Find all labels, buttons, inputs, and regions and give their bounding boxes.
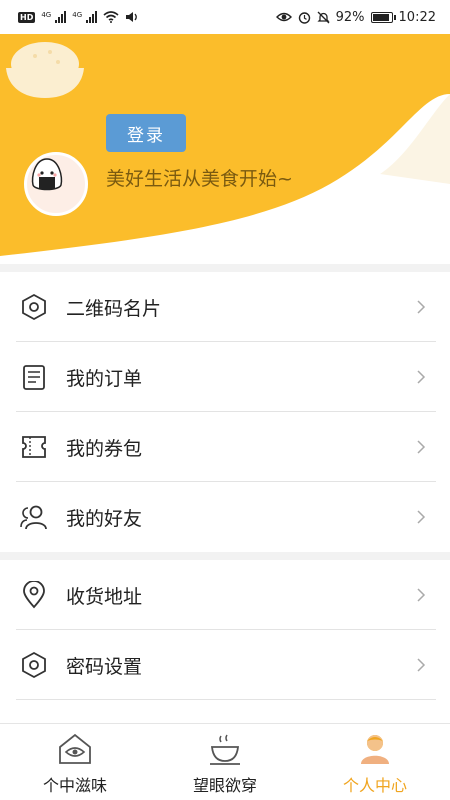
- coupon-ticket-icon: [18, 431, 50, 463]
- status-time: 10:22: [398, 9, 436, 25]
- menu-item-friends[interactable]: 我的好友: [0, 482, 450, 552]
- mute-bell-icon: [317, 11, 330, 23]
- menu-label-friends: 我的好友: [66, 507, 143, 530]
- location-pin-icon: [18, 579, 50, 611]
- rice-ball-avatar-icon: [31, 158, 63, 191]
- menu-item-address[interactable]: 收货地址: [0, 560, 450, 630]
- alarm-icon: [298, 11, 310, 24]
- chevron-right-icon: [417, 510, 426, 524]
- house-eye-icon: [57, 730, 93, 768]
- menu-group-1: 二维码名片 我的订单 我的券包 我的好友: [0, 272, 450, 552]
- section-divider-1: [0, 264, 450, 272]
- person-icon: [357, 730, 393, 768]
- battery-icon: [370, 11, 396, 23]
- battery-percent: 92%: [335, 9, 365, 25]
- signal-icon-2: [86, 11, 98, 23]
- tab-label-taste: 个中滋味: [42, 776, 107, 795]
- menu-item-password[interactable]: 密码设置: [0, 630, 450, 700]
- menu-item-orders[interactable]: 我的订单: [0, 342, 450, 412]
- friends-icon: [18, 501, 50, 533]
- menu-label-orders: 我的订单: [66, 367, 143, 390]
- menu-item-coupons[interactable]: 我的券包: [0, 412, 450, 482]
- menu-label-coupons: 我的券包: [66, 437, 143, 460]
- rice-bowl-icon: [6, 42, 84, 98]
- chevron-right-icon: [417, 588, 426, 602]
- avatar[interactable]: [24, 152, 88, 216]
- chevron-right-icon: [417, 300, 426, 314]
- qrcode-hexagon-icon: [18, 291, 50, 323]
- menu-label-address: 收货地址: [66, 585, 143, 608]
- status-right: 92% 10:22: [275, 9, 436, 25]
- order-document-icon: [18, 361, 50, 393]
- chevron-right-icon: [417, 370, 426, 384]
- bottom-navigation: 个中滋味 望眼欲穿 个人中心: [0, 723, 450, 800]
- network-type-label-2: 4G: [72, 11, 83, 19]
- menu-item-qrcode[interactable]: 二维码名片: [0, 272, 450, 342]
- wifi-icon: [103, 11, 119, 23]
- tab-label-profile: 个人中心: [342, 776, 407, 795]
- status-bar: HD 4G 4G 92% 10:22: [0, 0, 450, 34]
- chevron-right-icon: [417, 440, 426, 454]
- chevron-right-icon: [417, 658, 426, 672]
- teacup-icon: [207, 730, 243, 768]
- tab-longing[interactable]: 望眼欲穿: [150, 724, 300, 800]
- eye-icon: [275, 12, 292, 22]
- slogan-text: 美好生活从美食开始~: [106, 168, 293, 190]
- status-left: HD 4G 4G: [18, 11, 139, 23]
- section-divider-2: [0, 552, 450, 560]
- tab-profile[interactable]: 个人中心: [300, 724, 450, 800]
- tab-taste[interactable]: 个中滋味: [0, 724, 150, 800]
- menu-label-password: 密码设置: [66, 655, 143, 678]
- hd-badge: HD: [18, 11, 36, 23]
- menu-label-qrcode: 二维码名片: [66, 297, 162, 320]
- password-hexagon-icon: [18, 649, 50, 681]
- speaker-icon: [126, 12, 138, 22]
- network-type-label: 4G: [41, 11, 52, 19]
- signal-icon: [55, 11, 67, 23]
- profile-header: 登录 美好生活从美食开始~: [0, 34, 450, 264]
- tab-label-longing: 望眼欲穿: [192, 776, 257, 795]
- login-button[interactable]: 登录: [106, 114, 186, 152]
